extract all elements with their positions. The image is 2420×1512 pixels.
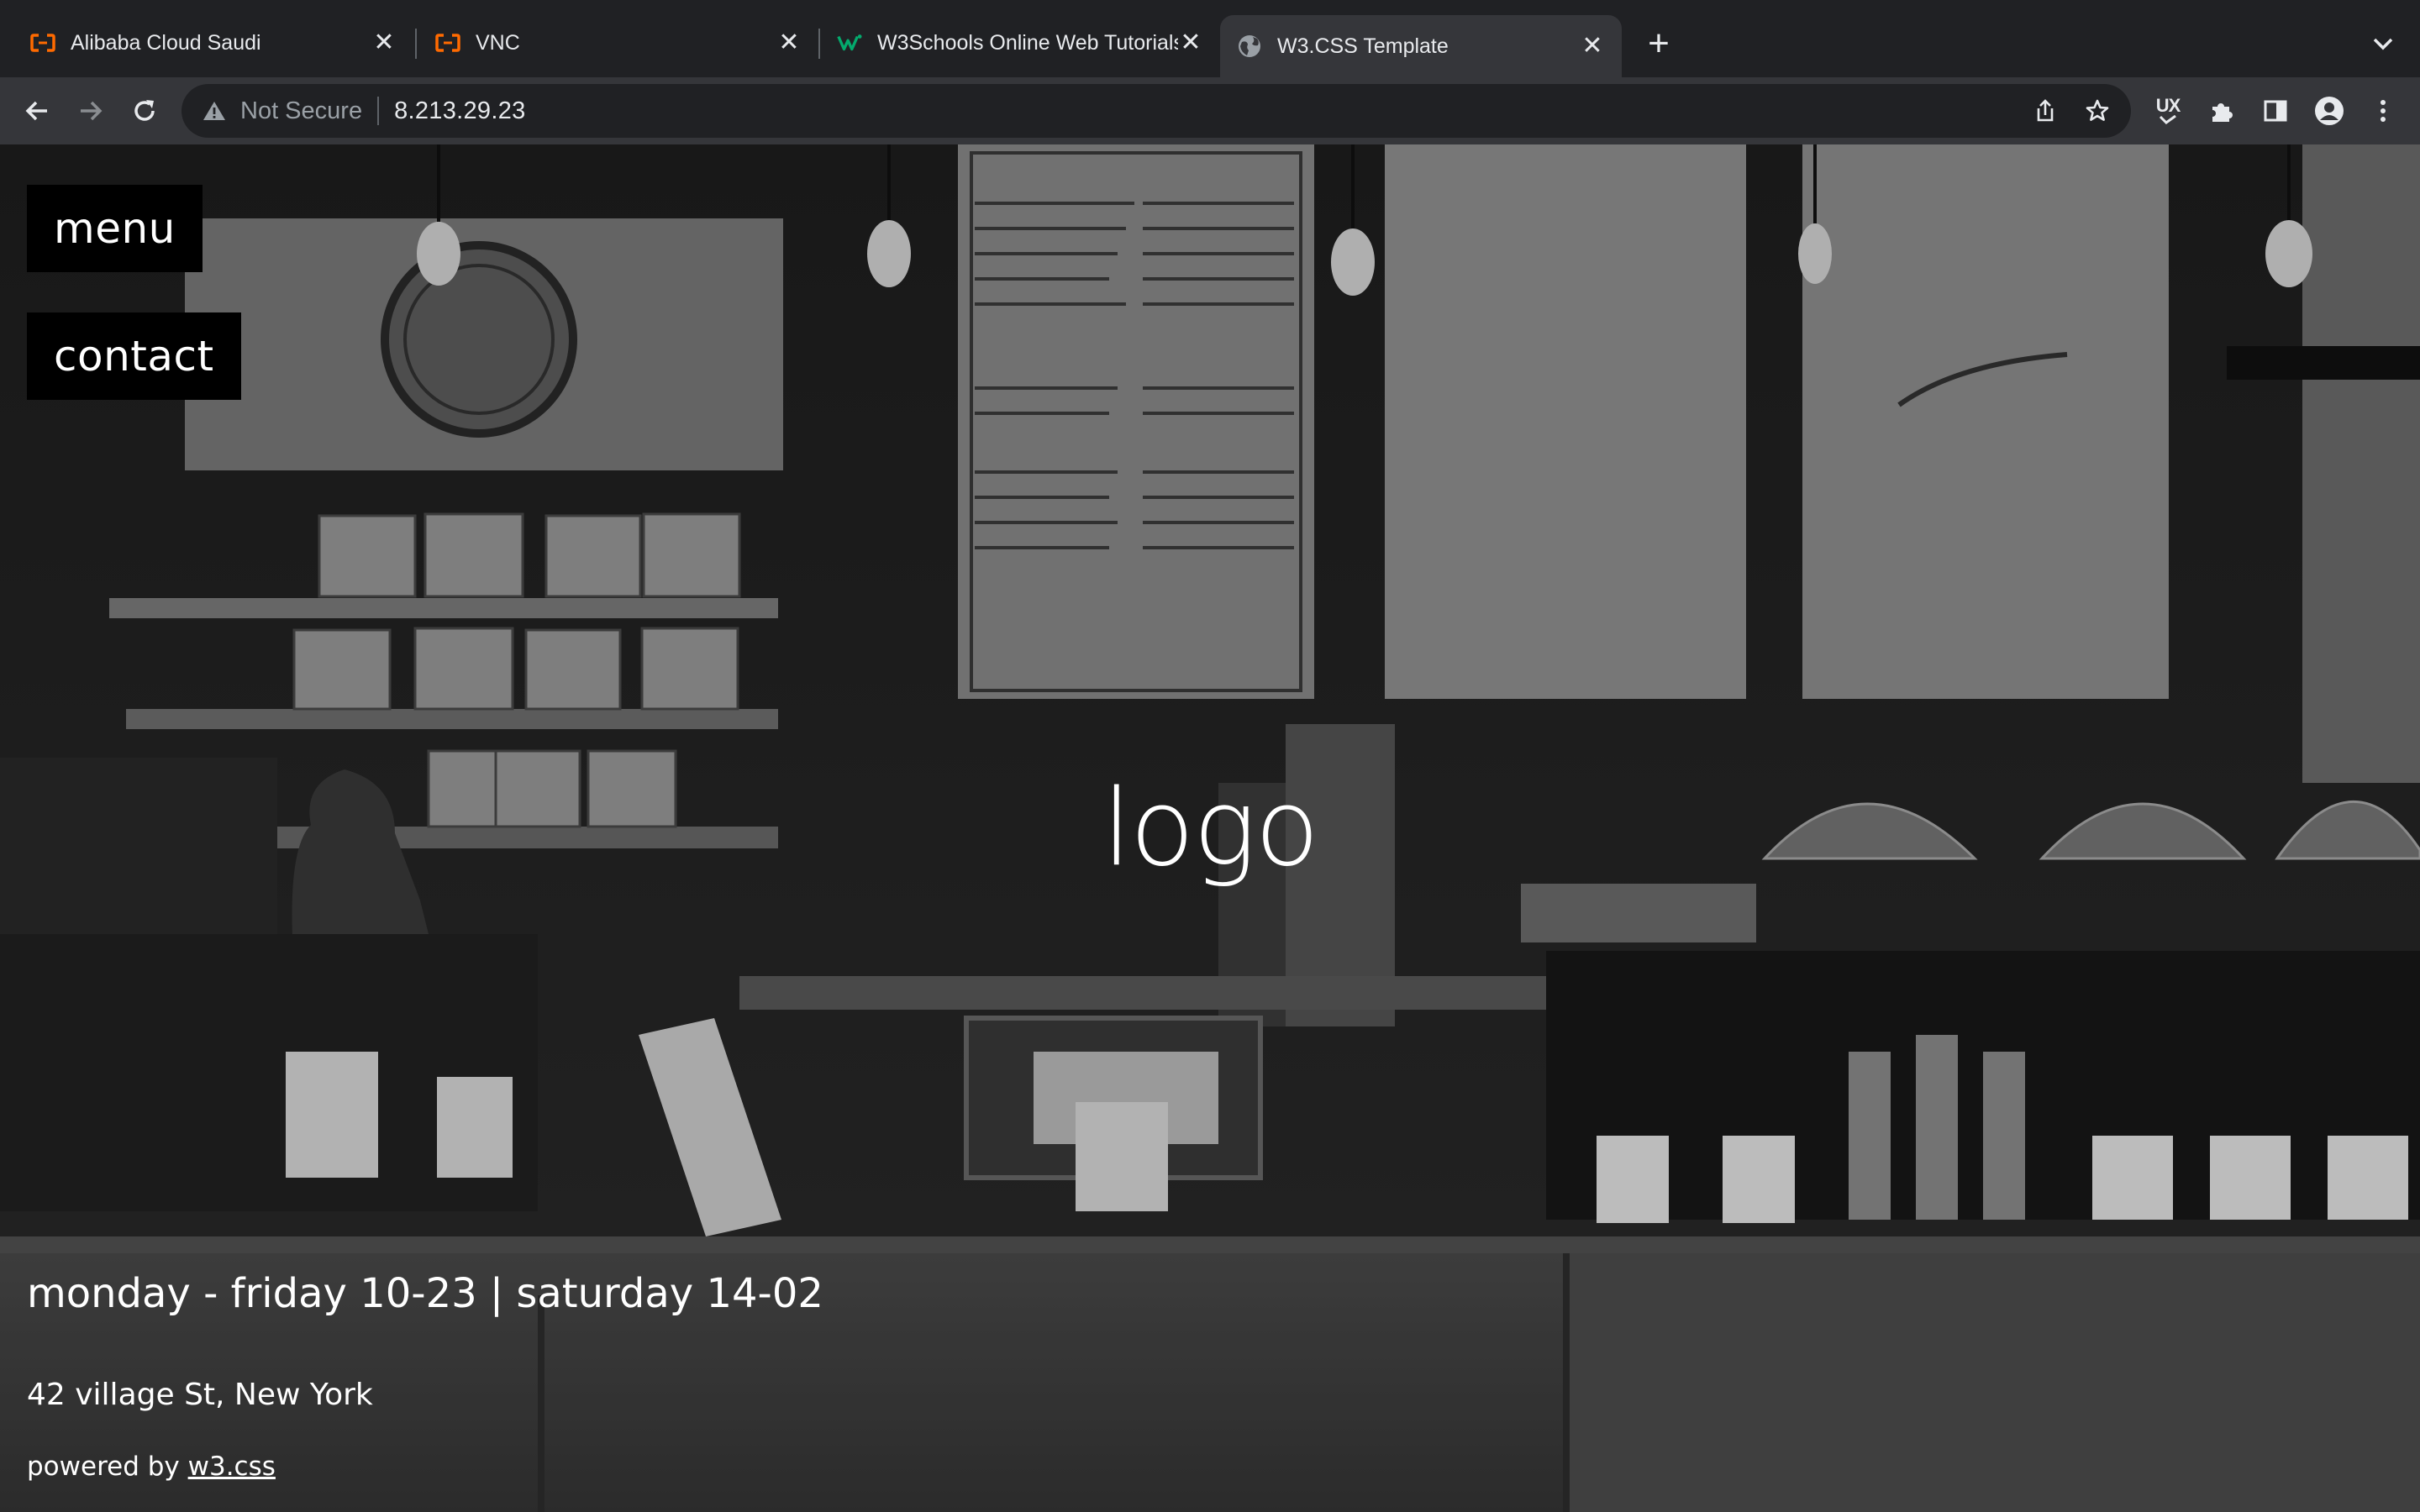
forward-icon[interactable] xyxy=(71,91,111,131)
contact-button[interactable]: contact xyxy=(27,312,241,400)
share-icon[interactable] xyxy=(2027,92,2064,129)
ux-extension-icon[interactable]: UX xyxy=(2148,91,2188,131)
toolbar: Not Secure 8.213.29.23 UX xyxy=(0,77,2420,144)
extension-badge: UX xyxy=(2155,95,2181,116)
w3css-link[interactable]: w3.css xyxy=(188,1452,276,1482)
extensions-puzzle-icon[interactable] xyxy=(2202,91,2242,131)
bookmark-star-icon[interactable] xyxy=(2079,92,2116,129)
chevron-down-icon[interactable] xyxy=(2366,25,2400,62)
tab-alibaba-cloud[interactable]: Alibaba Cloud Saudi ✕ xyxy=(0,15,413,71)
opening-hours: monday - friday 10-23 | saturday 14-02 xyxy=(27,1270,823,1317)
tab-title: Alibaba Cloud Saudi xyxy=(71,30,261,55)
tab-w3css-template[interactable]: W3.CSS Template ✕ xyxy=(1220,15,1622,77)
close-icon[interactable]: ✕ xyxy=(1178,30,1203,55)
address-bar[interactable]: Not Secure 8.213.29.23 xyxy=(182,84,2131,138)
side-panel-icon[interactable] xyxy=(2255,91,2296,131)
tab-strip: Alibaba Cloud Saudi ✕ VNC ✕ W3Schools On… xyxy=(0,0,2420,77)
alibaba-cloud-icon xyxy=(30,30,55,55)
page-viewport: menu contact logo monday - friday 10-23 … xyxy=(0,144,2420,1512)
profile-avatar-icon[interactable] xyxy=(2309,91,2349,131)
alibaba-cloud-icon xyxy=(435,30,460,55)
w3schools-icon xyxy=(837,30,862,55)
tab-vnc[interactable]: VNC ✕ xyxy=(417,15,818,71)
url-text[interactable]: 8.213.29.23 xyxy=(394,97,526,125)
warning-icon[interactable] xyxy=(200,97,229,125)
security-label[interactable]: Not Secure xyxy=(240,97,362,125)
close-icon[interactable]: ✕ xyxy=(1580,34,1605,59)
powered-by-label: powered by xyxy=(27,1452,188,1482)
powered-by: powered by w3.css xyxy=(27,1452,276,1482)
browser-chrome: Alibaba Cloud Saudi ✕ VNC ✕ W3Schools On… xyxy=(0,0,2420,144)
globe-icon xyxy=(1237,34,1262,59)
tab-w3schools[interactable]: W3Schools Online Web Tutorials ✕ xyxy=(820,15,1220,71)
tab-title: W3Schools Online Web Tutorials xyxy=(877,30,1178,55)
divider xyxy=(377,97,380,125)
new-tab-button[interactable]: + xyxy=(1639,23,1679,64)
reload-icon[interactable] xyxy=(124,91,165,131)
close-icon[interactable]: ✕ xyxy=(776,30,802,55)
logo: logo xyxy=(1102,766,1320,890)
more-menu-icon[interactable] xyxy=(2363,91,2403,131)
back-icon[interactable] xyxy=(17,91,57,131)
address: 42 village St, New York xyxy=(27,1378,373,1412)
tab-title: VNC xyxy=(476,30,520,55)
menu-button[interactable]: menu xyxy=(27,185,203,272)
tab-title: W3.CSS Template xyxy=(1277,34,1449,58)
close-icon[interactable]: ✕ xyxy=(371,30,397,55)
